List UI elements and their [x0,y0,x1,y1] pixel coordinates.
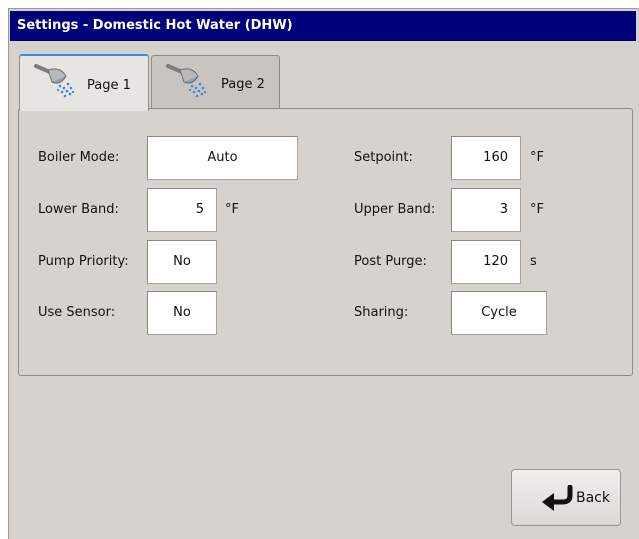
use-sensor-field[interactable]: No [147,291,217,335]
boiler-mode-field[interactable]: Auto [147,136,298,180]
setpoint-unit: °F [530,150,544,165]
tab-label: Page 1 [87,78,131,93]
tab-page-1[interactable]: Page 1 [19,54,149,111]
sharing-label: Sharing: [354,305,409,320]
use-sensor-label: Use Sensor: [38,305,116,320]
sharing-field[interactable]: Cycle [451,291,547,335]
lower-band-label: Lower Band: [38,202,119,217]
post-purge-field[interactable]: 120 [451,240,521,284]
back-button[interactable]: Back [511,469,621,526]
lower-band-field[interactable]: 5 [147,188,217,232]
settings-panel [18,108,633,376]
upper-band-field[interactable]: 3 [451,188,521,232]
setpoint-field[interactable]: 160 [451,136,521,180]
boiler-mode-label: Boiler Mode: [38,150,120,165]
setpoint-label: Setpoint: [354,150,413,165]
pump-priority-field[interactable]: No [147,240,217,284]
back-label: Back [576,490,610,506]
post-purge-label: Post Purge: [354,254,427,269]
upper-band-unit: °F [530,202,544,217]
shower-head-icon [34,60,80,104]
tab-label: Page 2 [221,77,265,92]
lower-band-unit: °F [225,202,239,217]
window-title: Settings - Domestic Hot Water (DHW) [10,11,636,41]
back-arrow-icon [540,484,574,515]
pump-priority-label: Pump Priority: [38,254,129,269]
post-purge-unit: s [530,254,537,269]
tab-page-2[interactable]: Page 2 [151,55,280,108]
shower-head-icon [166,60,212,104]
upper-band-label: Upper Band: [354,202,436,217]
